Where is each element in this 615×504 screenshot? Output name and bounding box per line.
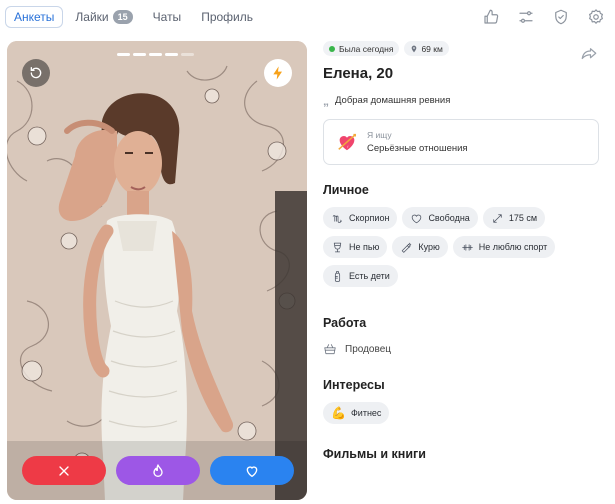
chip-label: Скорпион [349, 213, 390, 223]
profile-info: Была сегодня 69 км Елена, 20 „ Добрая до… [323, 41, 608, 461]
chip-label: 175 см [508, 213, 538, 223]
chip-alcohol: Не пью [323, 236, 388, 258]
settings-icon[interactable] [585, 6, 607, 28]
chip-label: Фитнес [350, 408, 382, 418]
personal-chips: Скорпион Свободна 175 см Не пью Курю Не … [323, 207, 608, 294]
chip-label: Свободна [428, 213, 470, 223]
chip-zodiac: Скорпион [323, 207, 398, 229]
undo-icon [30, 67, 42, 79]
progress-segment [117, 53, 130, 56]
likes-count-badge: 15 [112, 10, 133, 24]
progress-segment [181, 53, 194, 56]
tab-profile[interactable]: Профиль [193, 6, 261, 28]
chip-smoking: Курю [392, 236, 448, 258]
swipe-actions [22, 456, 294, 485]
chip-label: Есть дети [349, 271, 390, 281]
like-button[interactable] [210, 456, 294, 485]
work-heading: Работа [323, 316, 367, 330]
location-pin-icon [412, 45, 417, 52]
main-tabs: Анкеты Лайки 15 Чаты Профиль [5, 6, 265, 28]
top-bar: Анкеты Лайки 15 Чаты Профиль [0, 0, 615, 34]
looking-for-card: Я ищу Серьёзные отношения [323, 119, 599, 165]
online-dot-icon [329, 45, 335, 52]
looking-for-value: Серьёзные отношения [367, 143, 468, 154]
about-value: Добрая домашняя ревния [335, 95, 451, 106]
looking-for-label: Я ищу [367, 130, 392, 140]
lightning-icon [273, 66, 282, 80]
height-icon [493, 213, 502, 223]
tab-label: Чаты [152, 10, 182, 24]
chip-interest: 💪 Фитнес [323, 402, 390, 424]
profile-name: Елена, 20 [323, 65, 394, 82]
baby-bottle-icon [334, 270, 341, 282]
tab-label: Профиль [201, 10, 253, 24]
superlike-button[interactable] [116, 456, 200, 485]
online-status-pill: Была сегодня [323, 41, 400, 56]
chip-label: Не пью [349, 242, 380, 252]
share-icon [581, 48, 597, 60]
profile-photo [7, 41, 307, 500]
heart-arrow-icon [338, 133, 356, 151]
zodiac-icon [332, 214, 342, 223]
interest-chips: 💪 Фитнес [323, 402, 608, 431]
quote-icon: „ [323, 93, 329, 108]
heart-icon [246, 465, 258, 477]
top-icons [467, 6, 607, 28]
profile-photo-card[interactable] [7, 41, 307, 500]
personal-heading: Личное [323, 183, 369, 197]
progress-segment [149, 53, 162, 56]
flame-icon [153, 463, 163, 477]
basket-icon [324, 344, 336, 355]
films-heading: Фильмы и книги [323, 447, 426, 461]
chip-height: 175 см [482, 207, 546, 229]
tab-chats[interactable]: Чаты [145, 6, 190, 28]
interests-heading: Интересы [323, 378, 385, 392]
about-text: „ Добрая домашняя ревния [323, 93, 608, 108]
boost-button[interactable] [264, 59, 292, 87]
profile-meta: Была сегодня 69 км [323, 41, 608, 56]
photo-progress [117, 53, 197, 56]
dislike-button[interactable] [22, 456, 106, 485]
dumbbell-icon [461, 243, 473, 251]
muscle-icon: 💪 [331, 406, 346, 420]
sliders-icon[interactable] [515, 6, 537, 28]
shield-check-icon[interactable] [550, 6, 572, 28]
cigarette-icon [402, 242, 412, 253]
thumbs-up-icon[interactable] [480, 6, 502, 28]
tab-label: Лайки [75, 10, 109, 24]
chip-relationship: Свободна [402, 207, 478, 229]
distance-text: 69 км [421, 43, 443, 54]
progress-segment [133, 53, 146, 56]
tab-ankety[interactable]: Анкеты [5, 6, 64, 28]
chip-label: Не люблю спорт [478, 242, 548, 252]
work-value: Продовец [345, 343, 391, 355]
status-text: Была сегодня [339, 43, 394, 54]
tab-likes[interactable]: Лайки 15 [67, 6, 140, 28]
close-icon [59, 465, 69, 476]
heart-outline-icon [412, 214, 422, 223]
work-item: Продовец [323, 342, 608, 356]
distance-pill: 69 км [404, 41, 449, 56]
glass-icon [333, 242, 342, 252]
chip-label: Курю [418, 242, 440, 252]
tab-label: Анкеты [14, 10, 55, 24]
progress-segment [165, 53, 178, 56]
share-button[interactable] [580, 45, 598, 63]
undo-button[interactable] [22, 59, 50, 87]
chip-children: Есть дети [323, 265, 398, 287]
chip-sport: Не люблю спорт [452, 236, 556, 258]
